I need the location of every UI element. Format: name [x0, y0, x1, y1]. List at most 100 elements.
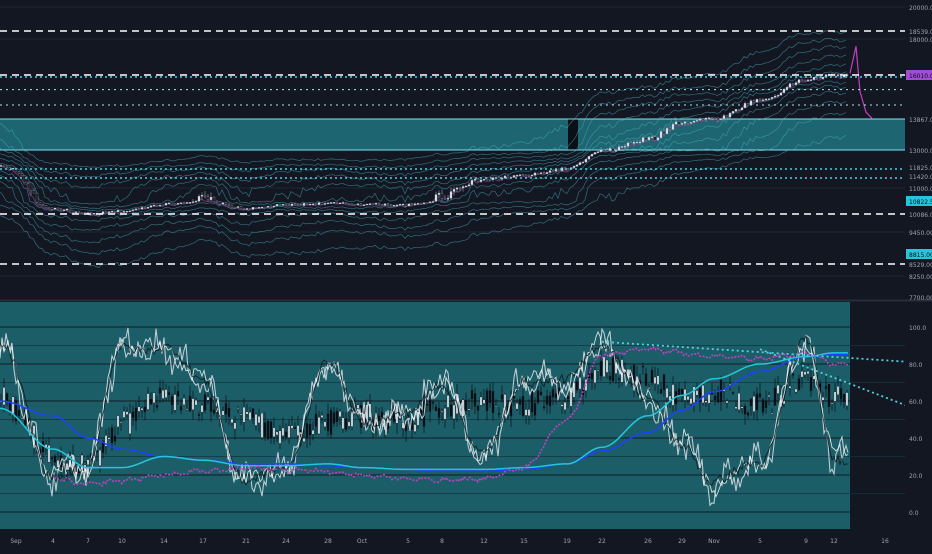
- price-candle: [17, 171, 21, 174]
- price-candle: [518, 174, 522, 176]
- price-candle: [317, 202, 321, 205]
- price-candle: [686, 121, 690, 124]
- price-candle: [143, 207, 147, 209]
- osc-candle: [425, 403, 429, 406]
- price-tick-label: 11420.00: [909, 174, 932, 181]
- time-tick-label: 8: [440, 538, 444, 545]
- price-candle: [245, 208, 249, 210]
- osc-candle: [137, 406, 141, 412]
- price-tick-label: 11000.00: [909, 186, 932, 193]
- price-candle: [272, 205, 276, 208]
- price-candle: [353, 204, 357, 206]
- osc-candle: [224, 403, 228, 415]
- price-candle: [704, 117, 708, 120]
- price-candle: [485, 178, 489, 181]
- price-candle: [275, 204, 279, 207]
- osc-candle: [839, 388, 843, 400]
- osc-candle: [599, 361, 603, 377]
- price-candle: [566, 168, 570, 170]
- price-candle: [740, 107, 744, 111]
- osc-candle: [491, 391, 495, 413]
- osc-candle: [773, 387, 777, 406]
- price-candle: [116, 210, 120, 213]
- price-candle: [254, 207, 258, 209]
- price-candle: [338, 202, 342, 205]
- osc-candle: [245, 411, 249, 415]
- price-candle: [50, 207, 54, 210]
- osc-candle: [317, 417, 321, 435]
- time-tick-label: 29: [678, 538, 686, 545]
- osc-candle: [803, 371, 807, 375]
- price-candle: [593, 152, 597, 155]
- osc-candle: [314, 413, 318, 427]
- price-candle: [449, 191, 453, 199]
- osc-candle: [476, 406, 480, 411]
- price-candle: [332, 202, 336, 204]
- price-candle: [5, 165, 9, 168]
- price-candle: [185, 202, 189, 204]
- price-candle: [626, 142, 630, 147]
- osc-candle: [755, 393, 759, 410]
- osc-candle: [125, 411, 129, 415]
- time-tick-label: 15: [520, 538, 528, 545]
- price-candle: [632, 141, 636, 144]
- osc-candle: [275, 431, 279, 436]
- osc-candle: [329, 410, 333, 435]
- price-candle: [575, 164, 579, 167]
- osc-candle: [788, 386, 792, 389]
- osc-candle: [428, 399, 432, 412]
- envelope-band-line: [0, 38, 847, 178]
- price-candle: [749, 100, 753, 106]
- price-candle: [164, 203, 168, 206]
- price-candle: [29, 182, 33, 191]
- osc-candle: [176, 391, 180, 397]
- price-candle: [326, 202, 330, 204]
- price-candle: [383, 203, 387, 206]
- price-panel[interactable]: [0, 6, 905, 277]
- price-candle: [77, 211, 81, 213]
- osc-candle: [707, 394, 711, 404]
- price-candle: [734, 109, 738, 112]
- osc-candle: [341, 417, 345, 429]
- price-candle: [647, 137, 651, 141]
- osc-candle: [743, 405, 747, 415]
- price-candle: [308, 203, 312, 206]
- price-candle: [20, 173, 24, 177]
- osc-candle: [485, 390, 489, 411]
- price-candle: [53, 207, 57, 210]
- osc-candle: [446, 395, 450, 408]
- osc-candle: [749, 398, 753, 407]
- price-candle: [410, 203, 414, 205]
- osc-candle: [440, 411, 444, 413]
- price-candle: [209, 196, 213, 200]
- price-candle: [785, 87, 789, 90]
- price-candle: [359, 203, 363, 206]
- osc-candle: [536, 390, 540, 403]
- price-candle: [752, 100, 756, 103]
- price-candle: [572, 166, 576, 168]
- osc-candle: [413, 424, 417, 432]
- osc-tick-label: 80.0: [909, 362, 923, 369]
- osc-candle: [563, 402, 567, 410]
- osc-candle: [20, 417, 24, 419]
- price-candle: [599, 149, 603, 152]
- osc-candle: [350, 410, 354, 427]
- oscillator-panel[interactable]: [0, 302, 907, 529]
- price-candle: [761, 99, 765, 101]
- price-candle: [92, 212, 96, 215]
- osc-candle: [767, 395, 771, 397]
- osc-candle: [311, 430, 315, 435]
- osc-candle: [188, 395, 192, 412]
- chart-svg[interactable]: 20000.00 18539.0018000.00 16010.00 13867.00…: [0, 0, 932, 550]
- price-candle: [551, 170, 555, 172]
- price-candle: [65, 208, 69, 211]
- price-candle: [131, 209, 135, 211]
- price-candle: [695, 120, 699, 122]
- osc-candle: [161, 390, 165, 399]
- price-candle: [590, 153, 594, 157]
- osc-candle: [452, 404, 456, 419]
- price-candle: [350, 203, 354, 206]
- osc-candle: [647, 387, 651, 389]
- price-candle: [365, 203, 369, 206]
- osc-candle: [326, 413, 330, 432]
